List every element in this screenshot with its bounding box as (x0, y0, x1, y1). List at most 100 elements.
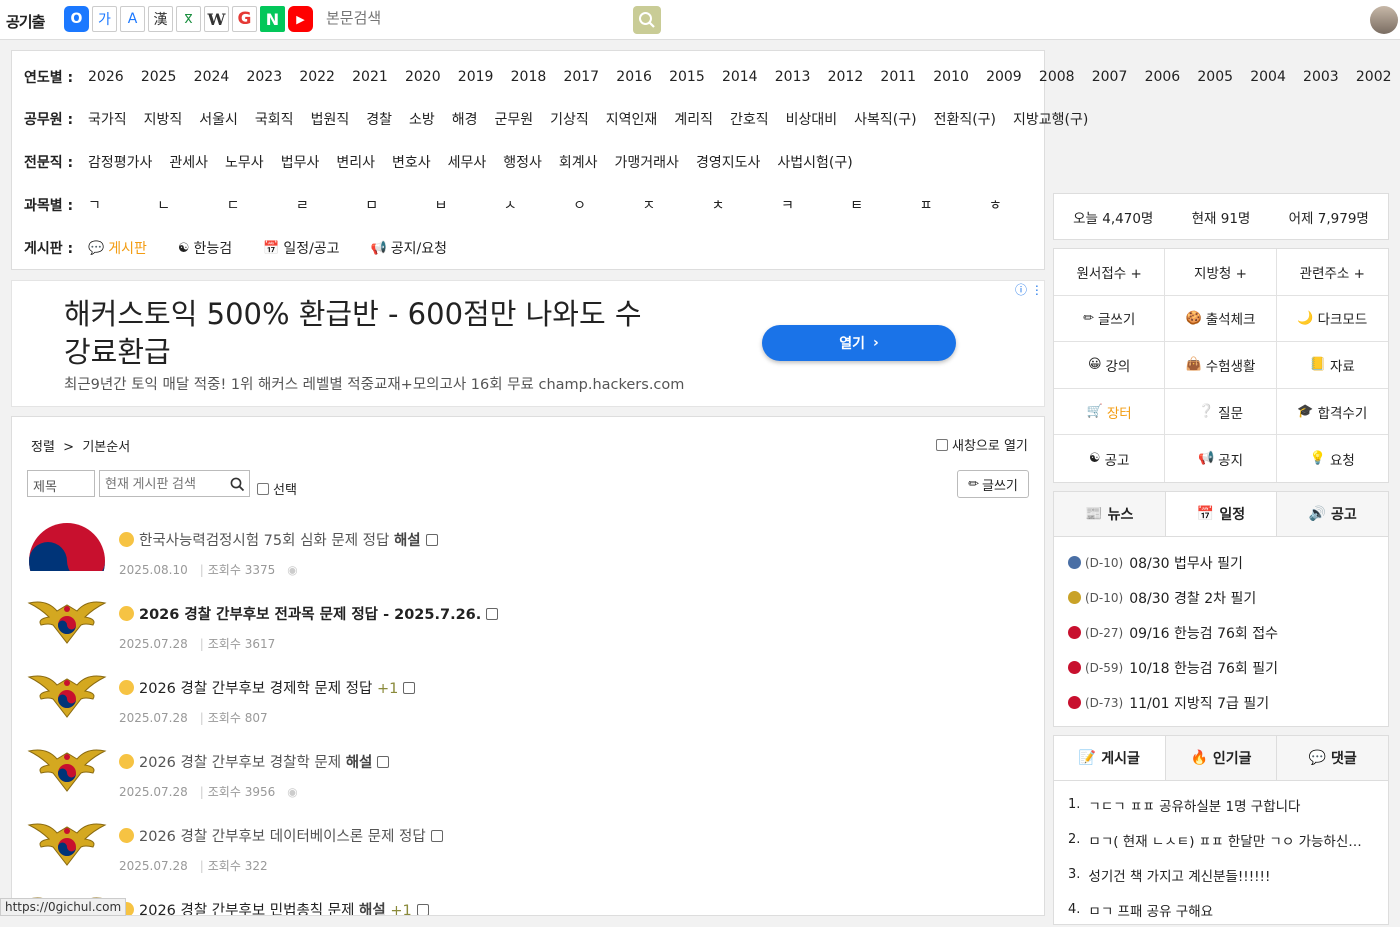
korean-dict-icon[interactable]: 가 (92, 6, 117, 32)
subject-link[interactable]: ㄷ (227, 195, 296, 215)
police-emblem-thumbnail[interactable] (27, 669, 107, 719)
board-search-input[interactable] (99, 470, 250, 497)
year-link[interactable]: 2014 (722, 69, 758, 85)
post-title[interactable]: 2026 경찰 간부후보 전과목 문제 정답 - 2025.7.26. (119, 603, 499, 624)
pro-link[interactable]: 회계사 (559, 152, 598, 172)
board-link-1[interactable]: ☯ 한능검 (178, 238, 249, 258)
opera-icon[interactable]: O (64, 6, 89, 32)
recent-post-item[interactable]: 4. ㅁㄱ 프패 공유 구해요 (1068, 892, 1368, 927)
year-link[interactable]: 2026 (88, 69, 124, 85)
board-link-0[interactable]: 💬 게시판 (88, 238, 164, 258)
quick-menu-item[interactable]: 💡 요청 (1277, 435, 1388, 482)
quick-menu-item[interactable]: ☯ 공고 (1054, 435, 1166, 482)
gov-link[interactable]: 소방 (409, 109, 435, 129)
english-dict-icon[interactable]: A (120, 6, 145, 32)
gov-link[interactable]: 비상대비 (786, 109, 838, 129)
schedule-item[interactable]: (D-59) 10/18 한능검 76회 필기 (1068, 650, 1388, 685)
subject-link[interactable]: ㅇ (573, 195, 642, 215)
year-link[interactable]: 2016 (616, 69, 652, 85)
quick-menu-item[interactable]: 📢 공지 (1165, 435, 1277, 482)
subject-link[interactable]: ㅁ (365, 195, 434, 215)
tab-schedule-0[interactable]: 📰 뉴스 (1054, 492, 1166, 536)
year-link[interactable]: 2024 (194, 69, 230, 85)
year-link[interactable]: 2003 (1303, 69, 1339, 85)
tab-posts-1[interactable]: 🔥 인기글 (1165, 736, 1278, 780)
gov-link[interactable]: 지역인재 (606, 109, 658, 129)
gov-link[interactable]: 지방교행(구) (1013, 109, 1088, 129)
post-title[interactable]: 2026 경찰 간부후보 민법총칙 문제 해설 +1 (119, 899, 429, 915)
pro-link[interactable]: 세무사 (448, 152, 487, 172)
quick-menu-item[interactable]: ✏ 글쓰기 (1054, 295, 1166, 343)
pro-link[interactable]: 사법시험(구) (777, 152, 852, 172)
recent-post-item[interactable]: 2. ㅁㄱ( 현재 ㄴㅅㅌ) ㅍㅍ 한달만 ㄱㅇ 가능하신… (1068, 822, 1368, 857)
wikipedia-icon[interactable]: W (204, 6, 229, 32)
year-link[interactable]: 2011 (880, 69, 916, 85)
year-link[interactable]: 2025 (141, 69, 177, 85)
tab-schedule-2[interactable]: 🔊 공고 (1277, 492, 1389, 536)
gov-link[interactable]: 간호직 (730, 109, 769, 129)
pro-link[interactable]: 관세사 (169, 152, 208, 172)
subject-link[interactable]: ㅎ (989, 195, 1058, 215)
post-title[interactable]: 2026 경찰 간부후보 데이터베이스론 문제 정답 (119, 825, 443, 846)
recent-post-item[interactable]: 1. ㄱㄷㄱ ㅍㅍ 공유하실분 1명 구합니다 (1068, 787, 1368, 822)
search-icon[interactable] (230, 477, 245, 492)
korea-flag-thumbnail[interactable] (27, 521, 107, 571)
gov-link[interactable]: 국회직 (255, 109, 294, 129)
list-item[interactable]: 2026 경찰 간부후보 민법총칙 문제 해설 +1 (27, 891, 1027, 915)
police-emblem-thumbnail[interactable] (27, 595, 107, 645)
user-avatar[interactable] (1370, 6, 1398, 34)
post-checkbox[interactable] (403, 682, 416, 694)
pro-link[interactable]: 변리사 (336, 152, 375, 172)
sort-control[interactable]: 정렬 > 기본순서 (31, 436, 130, 455)
hanja-dict-icon[interactable]: 漢 (148, 6, 173, 32)
quick-menu-item[interactable]: 🎓 합격수기 (1276, 389, 1388, 436)
subject-link[interactable]: ㅊ (712, 195, 781, 215)
subject-link[interactable]: ㄴ (157, 195, 226, 215)
body-search-input[interactable] (326, 10, 626, 27)
gov-link[interactable]: 해경 (452, 109, 478, 129)
gov-link[interactable]: 전환직(구) (934, 109, 996, 129)
quick-menu-item[interactable]: 원서접수 + (1054, 249, 1166, 296)
post-checkbox[interactable] (377, 756, 390, 768)
list-item[interactable]: 한국사능력검정시험 75회 심화 문제 정답 해설 2025.08.10 | 조회수 … (27, 521, 1027, 595)
select-toggle[interactable]: 선택 (257, 479, 297, 498)
quick-menu-item[interactable]: 😀 강의 (1054, 342, 1166, 389)
tab-posts-0[interactable]: 📝 게시글 (1054, 736, 1166, 780)
year-link[interactable]: 2012 (828, 69, 864, 85)
quick-menu-item[interactable]: 지방청 + (1165, 249, 1277, 296)
list-item[interactable]: 2026 경찰 간부후보 데이터베이스론 문제 정답 2025.07.28 | 조회수… (27, 817, 1027, 891)
post-checkbox[interactable] (486, 608, 499, 620)
year-link[interactable]: 2009 (986, 69, 1022, 85)
subject-link[interactable]: ㅈ (642, 195, 711, 215)
schedule-item[interactable]: (D-73) 11/01 지방직 7급 필기 (1068, 685, 1388, 720)
quick-menu-item[interactable]: ❔ 질문 (1165, 388, 1277, 436)
gov-link[interactable]: 서울시 (199, 109, 238, 129)
recent-post-item[interactable]: 3. 성기건 책 가지고 계신분들!!!!!! (1068, 857, 1368, 892)
gov-link[interactable]: 국가직 (88, 109, 127, 129)
pro-link[interactable]: 감정평가사 (88, 152, 152, 172)
ad-info-icon[interactable]: ⓘ ⋮ (1015, 281, 1043, 298)
post-checkbox[interactable] (416, 904, 429, 915)
naver-icon[interactable]: N (260, 6, 285, 32)
ad-title[interactable]: 해커스토익 500% 환급반 - 600점만 나와도 수강료환급 (64, 295, 664, 371)
year-link[interactable]: 2021 (352, 69, 388, 85)
pro-link[interactable]: 가맹거래사 (615, 152, 679, 172)
year-link[interactable]: 2004 (1250, 69, 1286, 85)
search-button[interactable] (633, 6, 661, 34)
subject-link[interactable]: ㅂ (434, 195, 503, 215)
gov-link[interactable]: 기상직 (550, 109, 589, 129)
subject-link[interactable]: ㅌ (850, 195, 919, 215)
search-field-select[interactable]: 제목 (27, 470, 95, 497)
post-title[interactable]: 2026 경찰 간부후보 경찰학 문제 해설 (119, 751, 390, 772)
year-link[interactable]: 2015 (669, 69, 705, 85)
year-link[interactable]: 2019 (458, 69, 494, 85)
list-item[interactable]: 2026 경찰 간부후보 경제학 문제 정답 +1 2025.07.28 | 조회수 … (27, 669, 1027, 743)
board-link-2[interactable]: 📅 일정/공고 (263, 238, 356, 258)
year-link[interactable]: 2006 (1145, 69, 1181, 85)
google-icon[interactable]: G (232, 6, 257, 32)
ad-subtitle[interactable]: 최근9년간 토익 매달 적중! 1위 해커스 레벨별 적중교재+모의고사 16회… (64, 373, 684, 394)
post-title[interactable]: 2026 경찰 간부후보 경제학 문제 정답 +1 (119, 677, 416, 698)
year-link[interactable]: 2017 (563, 69, 599, 85)
subject-link[interactable]: ㄹ (296, 195, 365, 215)
year-link[interactable]: 2010 (933, 69, 969, 85)
